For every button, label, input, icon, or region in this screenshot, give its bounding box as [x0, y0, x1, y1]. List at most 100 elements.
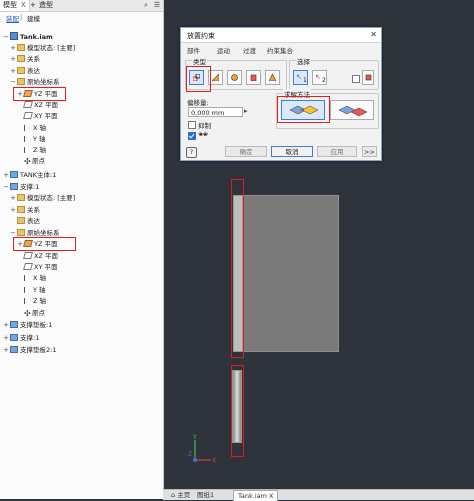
subtab-separator: |	[20, 13, 23, 21]
expand-icon[interactable]: +	[3, 170, 9, 180]
tree-item[interactable]: + 模型状态: [主要]	[10, 43, 75, 53]
expand-icon[interactable]: +	[10, 54, 16, 64]
tree-item[interactable]: + 模型状态: [主要]	[10, 193, 75, 203]
tree-item[interactable]: − 原始坐标系	[10, 77, 60, 87]
tree-item[interactable]: XZ 平面	[17, 100, 58, 110]
tree-item[interactable]: X 轴	[17, 273, 46, 283]
highlight-rod-upper	[231, 179, 244, 358]
close-icon[interactable]: X	[21, 1, 26, 9]
tree-item-label: 支撑:1	[20, 334, 40, 342]
dialog-title: 放置约束	[187, 32, 215, 40]
tree-item-label: 原点	[32, 309, 45, 317]
tree-item-label: XZ 平面	[34, 101, 58, 109]
tree-item-label: 表达	[27, 217, 40, 225]
collapse-icon[interactable]: −	[10, 77, 16, 87]
offset-input[interactable]: 0.000 mm	[188, 107, 243, 117]
select-2-label: 2	[322, 77, 326, 84]
tree-item[interactable]: ✣原点	[17, 156, 45, 166]
show-preview-checkbox[interactable]	[188, 132, 196, 140]
subtab-model[interactable]: 建模	[27, 13, 40, 23]
axis-icon	[24, 136, 31, 142]
preview-icon	[365, 74, 372, 81]
first-select-checkbox[interactable]	[352, 75, 360, 83]
axis-icon	[24, 125, 31, 131]
axis-icon	[24, 147, 31, 153]
dialog-tabs: 部件 运动 过渡 约束集合	[181, 44, 381, 55]
triad-x-label: X	[212, 457, 216, 464]
show-preview-button[interactable]	[362, 70, 374, 85]
select-2-button[interactable]: ↖ 2	[312, 70, 327, 85]
help-icon[interactable]: ?	[186, 147, 197, 158]
expand-icon[interactable]: +	[10, 43, 16, 53]
select-1-button[interactable]: ↖ 1	[293, 70, 308, 85]
folder-icon	[17, 206, 25, 213]
ok-button[interactable]: 确定	[225, 146, 267, 157]
type-label: 类型	[192, 56, 207, 66]
tree-item[interactable]: XY 平面	[17, 262, 58, 272]
tree-item-label: 原点	[32, 157, 45, 165]
tree-item[interactable]: Y 轴	[17, 134, 46, 144]
highlight-mate-type	[186, 66, 211, 92]
tree-item[interactable]: − Tank.iam	[3, 32, 53, 42]
collapse-icon[interactable]: −	[3, 32, 9, 42]
tab-constraint-set[interactable]: 约束集合	[267, 45, 293, 55]
tree-item[interactable]: XY 平面	[17, 111, 58, 121]
tab-part[interactable]: 部件	[187, 45, 200, 55]
tree-item[interactable]: − 支撑:1	[3, 182, 39, 192]
tree-item[interactable]: 表达	[10, 216, 40, 226]
cursor-icon: ↖	[296, 73, 302, 81]
tree-item[interactable]: ✣原点	[17, 308, 45, 318]
tree-item[interactable]: + 关系	[10, 54, 40, 64]
expand-icon[interactable]: +	[3, 345, 9, 355]
tab-transition[interactable]: 过渡	[243, 45, 256, 55]
tab-model[interactable]: 模型 X	[0, 0, 30, 11]
expand-icon[interactable]: +	[10, 193, 16, 203]
more-button[interactable]: >>	[362, 146, 377, 157]
folder-icon	[17, 44, 25, 51]
cancel-button[interactable]: 取消	[271, 146, 313, 157]
chevron-right-icon[interactable]: ▸	[244, 107, 248, 115]
expand-icon[interactable]: +	[10, 205, 16, 215]
tank-plate[interactable]	[242, 195, 339, 352]
tab-motion[interactable]: 运动	[217, 45, 230, 55]
symmetry-constraint-button[interactable]	[265, 70, 280, 85]
tank-document-tab[interactable]: Tank.iam X	[233, 490, 279, 501]
offset-label: 偏移量:	[187, 99, 209, 107]
predict-checkbox[interactable]	[188, 121, 196, 129]
close-icon[interactable]: ✕	[370, 30, 377, 39]
tree-item[interactable]: Z 轴	[17, 145, 46, 155]
triad-y-label: Y	[192, 434, 197, 441]
insert-constraint-button[interactable]	[246, 70, 261, 85]
tab-build[interactable]: 造型	[36, 0, 56, 11]
view-triad: Y X Z	[188, 434, 216, 464]
highlight-solution-method	[277, 96, 330, 123]
highlight-yz-plane-1	[13, 87, 66, 101]
tangent-constraint-button[interactable]	[227, 70, 242, 85]
part-icon	[10, 321, 18, 328]
apply-button[interactable]: 应用	[317, 146, 357, 157]
tree-item[interactable]: + 关系	[10, 205, 40, 215]
folder-icon	[17, 55, 25, 62]
tree-item[interactable]: Z 轴	[17, 296, 46, 306]
aligned-solution-button[interactable]	[330, 100, 374, 120]
expand-icon[interactable]: +	[3, 320, 9, 330]
expand-icon[interactable]: +	[3, 333, 9, 343]
tree-item[interactable]: XZ 平面	[17, 251, 58, 261]
plane-gray-icon	[23, 252, 33, 259]
subtab-assemble[interactable]: 装配	[6, 13, 19, 23]
tree-item[interactable]: + 支撑垫板2:1	[3, 345, 56, 355]
menu-icon[interactable]: ☰	[153, 1, 161, 9]
tree-item[interactable]: Y 轴	[17, 285, 46, 295]
tree-item-label: 支撑:1	[20, 183, 40, 191]
tree-item[interactable]: + 支撑:1	[3, 333, 39, 343]
search-icon[interactable]: ⌕	[142, 1, 150, 9]
tree-item[interactable]: + 支撑垫板:1	[3, 320, 52, 330]
part-icon	[10, 183, 18, 190]
tangent-icon	[231, 74, 238, 81]
collapse-icon[interactable]: −	[3, 182, 9, 192]
tree-item[interactable]: + 表达	[10, 66, 40, 76]
tree-item[interactable]: X 轴	[17, 123, 46, 133]
expand-icon[interactable]: +	[10, 66, 16, 76]
tree-item-label: 模型状态: [主要]	[27, 194, 76, 202]
tree-item[interactable]: + TANK主体:1	[3, 170, 56, 180]
